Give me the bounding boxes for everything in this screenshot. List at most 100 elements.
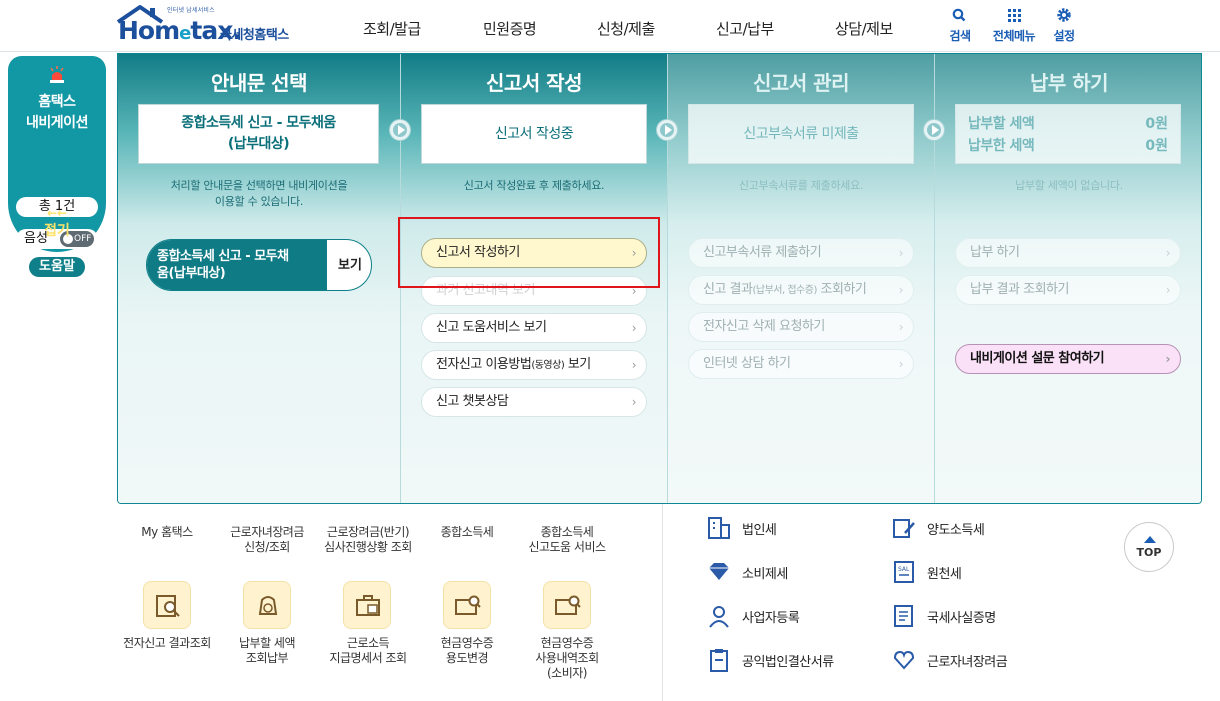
write-return-button[interactable]: 신고서 작성하기 › [421, 238, 647, 268]
selected-notice-box: 종합소득세 신고 - 모두채움 (납부대상) [138, 104, 379, 164]
tax-link-fact-certificate[interactable]: 국세사실증명 [927, 607, 996, 626]
navigator-title: 홈택스 내비게이션 [26, 94, 88, 131]
fold-label: 접기 [44, 223, 70, 239]
gnb-menu-certificates[interactable]: 민원증명 [483, 18, 537, 39]
gnb-menu-apply[interactable]: 신청/제출 [597, 18, 655, 39]
chevron-right-icon: › [898, 320, 904, 334]
tax-link-business-registration[interactable]: 사업자등록 [742, 607, 800, 626]
settings-button[interactable]: 설정 [1042, 8, 1086, 44]
survey-button[interactable]: 내비게이션 설문 참여하기 › [955, 344, 1181, 374]
document-search-icon [156, 595, 180, 617]
tax-link-withholding[interactable]: 원천세 [927, 563, 962, 582]
notice-view-button[interactable]: 보기 [327, 240, 371, 290]
notice-item-label[interactable]: 종합소득세 신고 - 모두채 움(납부대상) [147, 240, 327, 290]
money-bag-icon [258, 596, 278, 615]
payment-summary-box: 납부할 세액 0원 납부한 세액 0원 [955, 104, 1181, 164]
tax-link-corporate[interactable]: 법인세 [742, 519, 777, 538]
tax-paid-amount: 0원 [1145, 138, 1168, 154]
step-payment: 납부 하기 납부할 세액 0원 납부한 세액 0원 납부할 세액이 없습니다. … [935, 54, 1201, 503]
hometax-logo[interactable]: 인터넷 납세서비스 Hometax. 국세청홈택스 [116, 4, 306, 48]
settings-label: 설정 [1053, 29, 1075, 43]
quick-menu-tax-pay-icon[interactable] [243, 581, 291, 629]
chevron-right-icon: › [631, 395, 637, 409]
quick-menu-result-icon[interactable] [143, 581, 191, 629]
tax-link-consumption[interactable]: 소비제세 [742, 563, 788, 582]
tax-link-earned-income-credit[interactable]: 근로자녀장려금 [927, 651, 1008, 670]
step-description: 납부할 세액이 없습니다. [1015, 179, 1123, 192]
document-pen-icon [893, 519, 915, 538]
quick-menu-label[interactable]: 현금영수증 용도변경 [412, 636, 522, 666]
search-button[interactable]: 검색 [938, 8, 982, 44]
step-notice-select: 안내문 선택 종합소득세 신고 - 모두채움 (납부대상) 처리할 안내문을 선… [118, 54, 400, 503]
online-consult-button[interactable]: 인터넷 상담 하기 › [688, 349, 914, 379]
tax-due-label: 납부할 세액 [968, 116, 1035, 132]
help-button[interactable]: 도움말 [29, 257, 85, 277]
double-arrow-left-icon: ←← [46, 206, 68, 220]
quick-menu-receipt-history-icon[interactable] [543, 581, 591, 629]
quick-menu-label[interactable]: 납부할 세액 조회납부 [212, 636, 322, 666]
step-arrow-icon [656, 119, 678, 141]
building-icon [708, 517, 730, 539]
chatbot-button[interactable]: 신고 챗봇상담 › [421, 387, 647, 417]
logo-subtitle: 국세청홈택스 [220, 28, 289, 43]
step-title: 납부 하기 [1029, 71, 1109, 95]
quick-menu-receipt-change-icon[interactable] [443, 581, 491, 629]
step-description: 신고부속서류를 제출하세요. [738, 179, 864, 192]
navigator-fold-button[interactable]: ←← 접기 [8, 198, 106, 252]
gnb-menu-report-pay[interactable]: 신고/납부 [716, 18, 774, 39]
tax-due-amount: 0원 [1145, 116, 1168, 132]
chevron-right-icon: › [631, 246, 637, 260]
step-description: 신고서 작성완료 후 제출하세요. [463, 179, 605, 192]
chevron-right-icon: › [1165, 283, 1171, 297]
all-menu-label: 전체메뉴 [992, 29, 1036, 43]
filing-result-button[interactable]: 신고 결과(납부서, 접수증) 조회하기 › [688, 275, 914, 305]
logo-tagline: 인터넷 납세서비스 [167, 7, 215, 14]
all-menu-button[interactable]: 전체메뉴 [986, 8, 1042, 44]
help-service-button[interactable]: 신고 도움서비스 보기 › [421, 313, 647, 343]
delete-request-button[interactable]: 전자신고 삭제 요청하기 › [688, 312, 914, 342]
step-title: 안내문 선택 [211, 71, 307, 95]
quick-menu-label[interactable]: 종합소득세 신고도움 서비스 [512, 525, 622, 555]
chevron-right-icon: › [631, 321, 637, 335]
quick-menu-label[interactable]: 현금영수증 사용내역조회 (소비자) [512, 636, 622, 681]
briefcase-icon [356, 595, 380, 616]
chevron-right-icon: › [631, 358, 637, 372]
write-status-box: 신고서 작성중 [421, 104, 647, 164]
certificate-icon [894, 605, 913, 627]
quick-menu-label[interactable]: 근로장려금(반기) 심사진행상황 조회 [313, 525, 423, 555]
quick-menu-label[interactable]: My 홈택스 [112, 525, 222, 540]
pay-button[interactable]: 납부 하기 › [955, 238, 1181, 268]
notice-item[interactable]: 종합소득세 신고 - 모두채 움(납부대상) 보기 [146, 239, 372, 291]
receipt-search-icon [555, 595, 581, 615]
heart-hand-icon [893, 650, 915, 670]
clipboard-icon [710, 649, 728, 672]
quick-menu-wage-statement-icon[interactable] [343, 581, 391, 629]
past-returns-button[interactable]: 과거 신고내역 보기 › [421, 276, 647, 306]
tax-link-capital-gains[interactable]: 양도소득세 [927, 519, 985, 538]
quick-menu-label[interactable]: 근로소득 지급명세서 조회 [313, 636, 423, 666]
step-description: 처리할 안내문을 선택하면 내비게이션을 이용할 수 있습니다. [170, 179, 348, 208]
step-write-return: 신고서 작성 신고서 작성중 신고서 작성완료 후 제출하세요. 신고서 작성하… [401, 54, 667, 503]
payment-result-button[interactable]: 납부 결과 조회하기 › [955, 275, 1181, 305]
chevron-right-icon: › [1165, 352, 1171, 366]
search-label: 검색 [949, 29, 971, 43]
quick-menu-label[interactable]: 근로자녀장려금 신청/조회 [212, 525, 322, 555]
submit-attachments-button[interactable]: 신고부속서류 제출하기 › [688, 238, 914, 268]
siren-icon [50, 66, 64, 83]
step-arrow-icon [389, 119, 411, 141]
step-title: 신고서 작성 [486, 71, 582, 95]
step-manage-return: 신고서 관리 신고부속서류 미제출 신고부속서류를 제출하세요. 신고부속서류 … [668, 54, 934, 503]
navigator-panel: 안내문 선택 종합소득세 신고 - 모두채움 (납부대상) 처리할 안내문을 선… [117, 53, 1202, 504]
quick-menu-label[interactable]: 전자신고 결과조회 [112, 636, 222, 651]
gnb-menu-consult[interactable]: 상담/제보 [835, 18, 893, 39]
tax-link-public-corp[interactable]: 공익법인결산서류 [742, 651, 834, 670]
e-filing-guide-button[interactable]: 전자신고 이용방법(동영상) 보기 › [421, 350, 647, 380]
arrow-up-icon [1144, 536, 1156, 543]
quick-menu-label[interactable]: 종합소득세 [412, 525, 522, 540]
scroll-top-button[interactable]: TOP [1124, 522, 1174, 572]
gnb-menu-inquiry[interactable]: 조회/발급 [363, 18, 421, 39]
chevron-right-icon: › [898, 357, 904, 371]
content-divider [662, 503, 663, 701]
svg-text:SAL: SAL [898, 566, 910, 573]
top-header: 인터넷 납세서비스 Hometax. 국세청홈택스 조회/발급 민원증명 신청/… [0, 0, 1220, 52]
